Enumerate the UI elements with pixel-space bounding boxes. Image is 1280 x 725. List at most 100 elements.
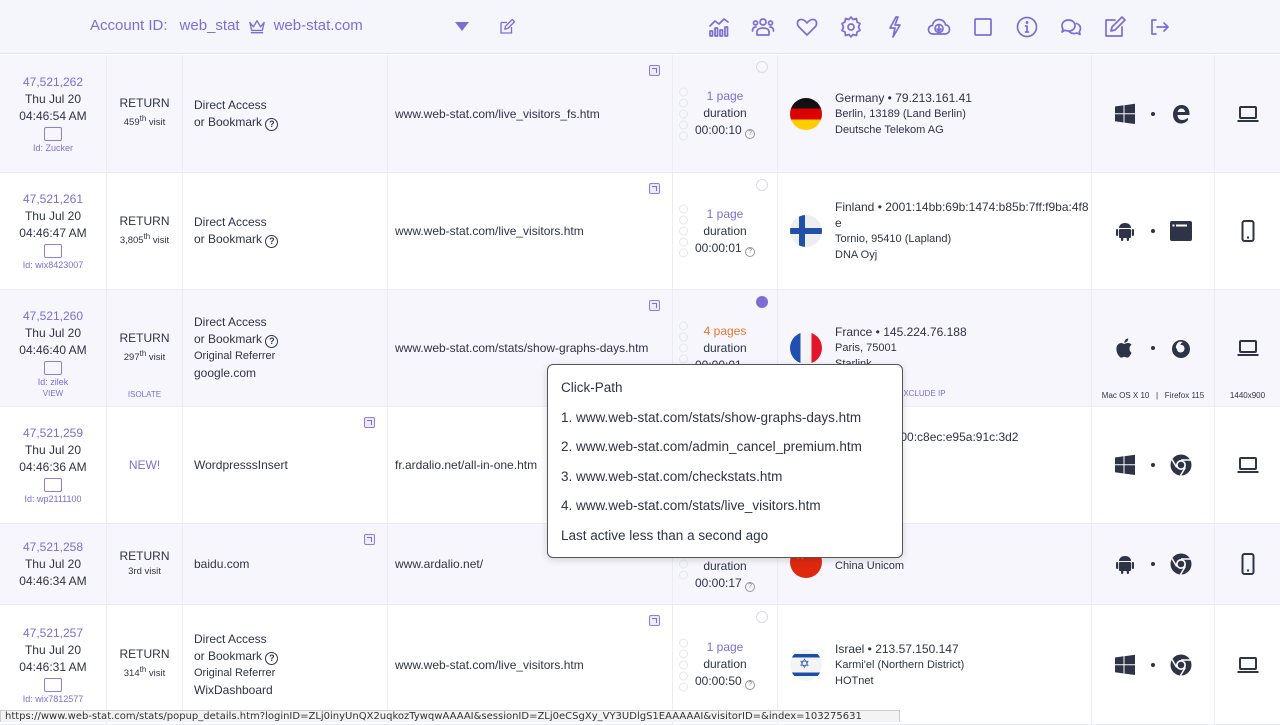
external-link-icon[interactable] — [649, 65, 660, 76]
chart-icon[interactable] — [707, 15, 731, 39]
square-icon[interactable] — [971, 15, 995, 39]
referrer-cell: Direct Access or Bookmark ? Original Ref… — [183, 605, 388, 724]
duration-label: duration — [703, 559, 747, 573]
visit-type-cell: RETURN 459th visit — [107, 55, 183, 172]
help-icon[interactable]: ? — [265, 235, 279, 248]
visit-number[interactable]: 47,521,262 — [23, 74, 83, 91]
click-path-item[interactable]: 4. www.web-stat.com/stats/live_visitors.… — [561, 497, 889, 527]
visitor-id[interactable]: Id: wix7812577 — [23, 693, 84, 705]
live-indicator — [756, 296, 768, 308]
duration-cell: 1 page duration 00:00:01 ? — [673, 173, 778, 289]
click-path-item[interactable]: 3. www.web-stat.com/checkstats.htm — [561, 468, 889, 498]
click-path-item[interactable]: 1. www.web-stat.com/stats/show-graphs-da… — [561, 409, 889, 439]
chat-icon[interactable] — [1059, 15, 1083, 39]
referrer-cell: Direct Access or Bookmark ? Original Ref… — [183, 290, 388, 406]
exclude-ip-link[interactable]: EXCLUDE IP — [898, 386, 946, 402]
table-row[interactable]: 47,521,257 Thu Jul 20 04:46:31 AM Id: wi… — [0, 605, 1280, 725]
visitor-id[interactable]: Id: wix8423007 — [23, 259, 84, 271]
original-referrer-label: Original Referrer — [194, 350, 276, 362]
laptop-icon — [1236, 102, 1260, 126]
visit-number[interactable]: 47,521,259 — [23, 425, 83, 442]
help-icon[interactable]: ? — [265, 651, 279, 665]
popup-title: Click-Path — [561, 380, 623, 395]
visitor-id[interactable]: Id: wp2111100 — [24, 493, 81, 505]
logout-icon[interactable] — [1147, 15, 1171, 39]
referrer-line-1[interactable]: WordpresssInsert — [194, 457, 387, 474]
external-link-icon[interactable] — [649, 615, 660, 626]
laptop-icon — [1236, 453, 1260, 477]
page-cell: www.web-stat.com/live_visitors_fs.htm — [388, 55, 673, 172]
id-card-icon[interactable] — [44, 244, 62, 258]
external-link-icon[interactable] — [364, 534, 375, 545]
country-ip: Finland • 2001:14bb:69b:1474:b85b:7ff:f9… — [835, 200, 1089, 214]
referrer-line-2: or Bookmark ? — [194, 114, 387, 131]
visit-number[interactable]: 47,521,257 — [23, 625, 83, 642]
country-ip: Israel • 213.57.150.147 — [835, 641, 959, 656]
page-count[interactable]: 4 pages — [673, 323, 777, 340]
device-cell — [1215, 55, 1280, 172]
visit-date: Thu Jul 20 — [24, 209, 82, 223]
users-icon[interactable] — [751, 15, 775, 39]
referrer-line-1: Direct Access — [194, 97, 267, 112]
device-cell — [1215, 173, 1280, 289]
isp: China Unicom — [835, 560, 905, 572]
visit-number[interactable]: 47,521,260 — [23, 308, 83, 325]
external-link-icon[interactable] — [649, 300, 660, 311]
visitor-id[interactable]: Id: Zucker — [33, 142, 73, 154]
isolate-link[interactable]: ISOLATE — [107, 387, 182, 402]
flag-germany-icon — [790, 97, 822, 130]
windows-icon — [1113, 653, 1137, 677]
windows-icon — [1113, 102, 1137, 126]
lightning-icon[interactable] — [883, 15, 907, 39]
help-icon[interactable]: ? — [745, 246, 756, 257]
edit-account-icon[interactable] — [498, 18, 516, 36]
table-row[interactable]: 47,521,261 Thu Jul 20 04:46:47 AM Id: wi… — [0, 173, 1280, 290]
id-card-icon[interactable] — [44, 126, 62, 141]
page-cell: www.web-stat.com/live_visitors.htm — [388, 173, 673, 289]
page-count[interactable]: 1 page — [673, 206, 777, 223]
visit-type-cell: RETURN 3,805th visit — [107, 173, 183, 289]
id-card-icon[interactable] — [44, 478, 62, 492]
referrer-cell: Direct Access or Bookmark ? — [183, 55, 388, 172]
account-selector[interactable]: Account ID: web_stat web-stat.com — [90, 17, 363, 34]
visit-number[interactable]: 47,521,261 — [23, 191, 83, 208]
original-referrer[interactable]: google.com — [194, 365, 387, 382]
referrer-line-1: Direct Access — [194, 315, 267, 329]
gear-icon[interactable] — [839, 15, 863, 39]
heart-icon[interactable] — [795, 15, 819, 39]
id-card-icon[interactable] — [44, 361, 62, 375]
crown-icon — [248, 19, 265, 33]
visit-id-cell: 47,521,258 Thu Jul 20 04:46:34 AM — [0, 524, 107, 604]
visit-id-cell: 47,521,262 Thu Jul 20 04:46:54 AM Id: Zu… — [0, 55, 107, 172]
view-link[interactable]: VIEW — [0, 385, 106, 402]
table-row[interactable]: 47,521,262 Thu Jul 20 04:46:54 AM Id: Zu… — [0, 55, 1280, 173]
page-count[interactable]: 1 page — [673, 639, 777, 656]
external-link-icon[interactable] — [649, 183, 660, 194]
write-icon[interactable] — [1103, 15, 1127, 39]
account-dropdown-caret[interactable] — [455, 22, 469, 31]
help-icon[interactable]: ? — [265, 117, 279, 131]
page-url[interactable]: www.ardalio.net/ — [395, 557, 483, 571]
page-url[interactable]: fr.ardalio.net/all-in-one.htm — [395, 458, 537, 472]
page-url[interactable]: www.web-stat.com/live_visitors.htm — [395, 224, 584, 238]
help-icon[interactable]: ? — [745, 582, 756, 592]
duration-label: duration — [703, 106, 747, 120]
click-path-item[interactable]: 2. www.web-stat.com/admin_cancel_premium… — [561, 438, 889, 468]
phone-icon — [1236, 219, 1260, 243]
original-referrer[interactable]: WixDashboard — [194, 682, 387, 699]
visit-number[interactable]: 47,521,258 — [23, 539, 83, 556]
page-count[interactable]: 1 page — [673, 88, 777, 105]
visit-count: 314th visit — [123, 665, 166, 680]
external-link-icon[interactable] — [364, 417, 375, 428]
id-card-icon[interactable] — [44, 677, 62, 692]
help-icon[interactable]: ? — [745, 680, 756, 690]
page-url[interactable]: www.web-stat.com/live_visitors_fs.htm — [395, 107, 600, 121]
page-url[interactable]: www.web-stat.com/stats/show-graphs-days.… — [395, 341, 648, 355]
referrer-line-1[interactable]: baidu.com — [194, 556, 387, 573]
help-icon[interactable]: ? — [265, 335, 279, 348]
help-icon[interactable]: ? — [745, 129, 756, 139]
cloud-download-icon[interactable] — [927, 15, 951, 39]
page-url[interactable]: www.web-stat.com/live_visitors.htm — [395, 658, 584, 672]
info-icon[interactable] — [1015, 15, 1039, 39]
referrer-cell: baidu.com — [183, 524, 388, 604]
